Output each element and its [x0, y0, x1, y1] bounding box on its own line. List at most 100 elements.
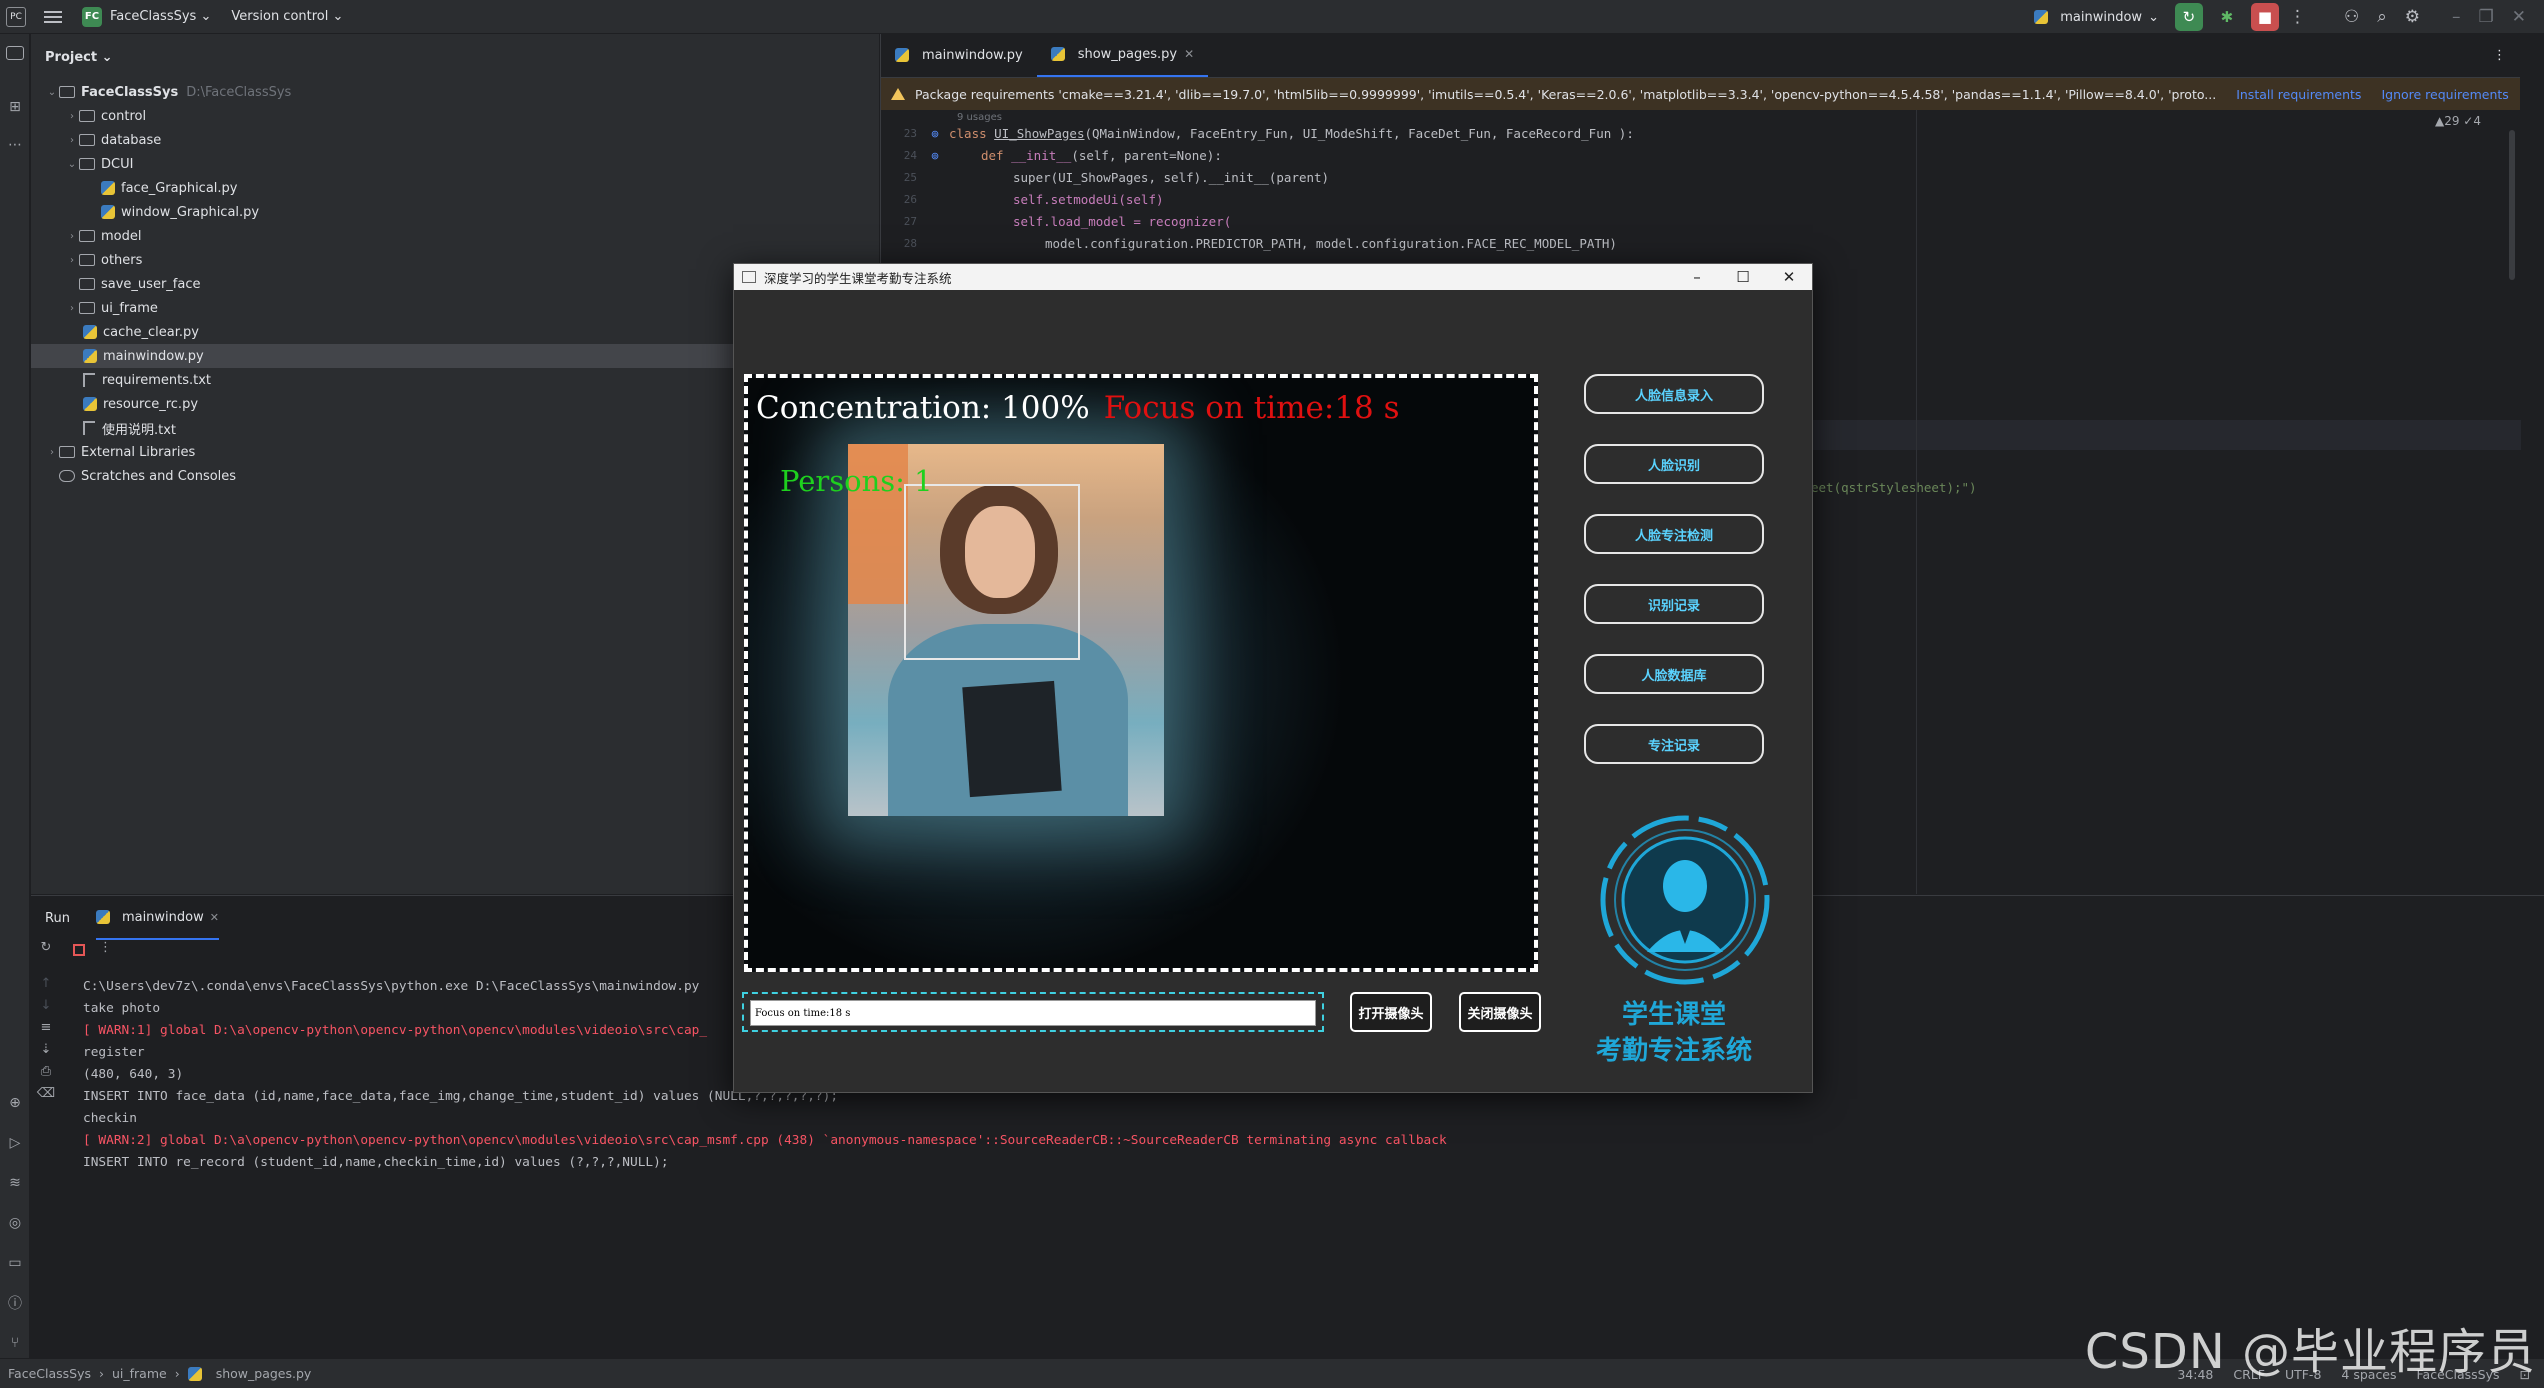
more-tools-icon[interactable]: ⋯ [4, 134, 26, 156]
tree-item-window-graphical[interactable]: window_Graphical.py [31, 200, 879, 224]
face-database-button[interactable]: 人脸数据库 [1584, 654, 1764, 694]
rerun-button[interactable]: ↻ [2174, 3, 2203, 31]
trash-icon[interactable]: ⌫ [31, 1086, 61, 1108]
add-user-icon[interactable]: ⚇ [2344, 7, 2359, 27]
project-folder-icon[interactable] [6, 46, 24, 60]
run-tab-label: mainwindow [121, 909, 204, 925]
terminal-icon[interactable]: ▭ [4, 1252, 26, 1274]
stop-run-icon[interactable] [73, 944, 85, 956]
maximize-icon[interactable]: ☐ [1720, 264, 1766, 290]
layers-icon[interactable]: ≋ [4, 1172, 26, 1194]
services-icon[interactable]: ◎ [4, 1212, 26, 1234]
line-number: 25 [903, 170, 917, 184]
tree-item-model[interactable]: › model [31, 224, 879, 248]
dialog-title: 深度学习的学生课堂考勤专注系统 [764, 270, 952, 286]
close-camera-button[interactable]: 关闭摄像头 [1459, 992, 1541, 1032]
code-token: __init__ [1011, 147, 1072, 163]
tree-root-path: D:\FaceClassSys [186, 84, 292, 100]
tab-show-pages[interactable]: show_pages.py ✕ [1036, 33, 1209, 77]
structure-icon[interactable]: ⊞ [4, 96, 26, 118]
minimize-icon[interactable]: – [1674, 264, 1720, 290]
breadcrumb-folder[interactable]: ui_frame [112, 1366, 167, 1381]
rerun-icon[interactable]: ↻ [31, 940, 61, 962]
python-file-icon [1050, 47, 1065, 61]
close-icon[interactable]: ✕ [2512, 7, 2526, 27]
project-badge-icon[interactable]: FC [82, 6, 102, 27]
text-file-icon [83, 421, 95, 435]
python-file-icon [83, 397, 97, 411]
tree-item-control[interactable]: › control [31, 104, 879, 128]
print-icon[interactable]: ⎙ [31, 1064, 61, 1086]
run-tool-icon[interactable]: ▷ [4, 1132, 26, 1154]
editor-scrollbar[interactable] [2509, 130, 2515, 280]
close-tab-icon[interactable]: ✕ [1184, 47, 1194, 61]
more-options-icon[interactable]: ⋮ [99, 940, 112, 955]
python-file-icon [83, 325, 97, 339]
breadcrumb-file[interactable]: show_pages.py [216, 1366, 312, 1381]
chevron-right-icon: › [70, 134, 74, 146]
project-panel-header[interactable]: Project ⌄ [31, 34, 879, 80]
open-camera-button[interactable]: 打开摄像头 [1350, 992, 1432, 1032]
git-branch-icon[interactable]: ⑂ [4, 1332, 26, 1354]
restore-icon[interactable]: ❐ [2479, 7, 2494, 27]
version-control-menu[interactable]: Version control ⌄ [231, 9, 343, 24]
chevron-right-icon: › [50, 446, 54, 458]
tree-item-face-graphical[interactable]: face_Graphical.py [31, 176, 879, 200]
recognition-records-button[interactable]: 识别记录 [1584, 584, 1764, 624]
close-tab-icon[interactable]: ✕ [210, 911, 219, 924]
tree-item-label: model [101, 228, 142, 244]
code-line: 25 super(UI_ShowPages, self).__init__(par… [881, 166, 1329, 188]
code-token: UI_ShowPages [994, 125, 1085, 141]
dialog-title-bar[interactable]: 深度学习的学生课堂考勤专注系统 – ☐ ✕ [734, 264, 1812, 290]
face-recognition-button[interactable]: 人脸识别 [1584, 444, 1764, 484]
focus-detection-button[interactable]: 人脸专注检测 [1584, 514, 1764, 554]
debug-button[interactable]: ✱ [2213, 3, 2241, 31]
code-token: def [981, 147, 1012, 163]
inspection-widget[interactable]: ▲29 ✓4 [2435, 114, 2481, 128]
stop-button[interactable]: ■ [2250, 3, 2279, 31]
python-packages-icon[interactable]: ⊕ [4, 1092, 26, 1114]
face-enroll-button[interactable]: 人脸信息录入 [1584, 374, 1764, 414]
console-line: checkin [83, 1111, 137, 1126]
soft-wrap-icon[interactable]: ≡ [31, 1020, 61, 1042]
settings-gear-icon[interactable]: ⚙ [2405, 7, 2420, 27]
close-icon[interactable]: ✕ [1766, 264, 1812, 290]
problems-icon[interactable]: ⓘ [4, 1292, 26, 1314]
run-tab-mainwindow[interactable]: mainwindow ✕ [95, 896, 219, 940]
ignore-requirements-link[interactable]: Ignore requirements [2381, 87, 2508, 102]
tree-item-database[interactable]: › database [31, 128, 879, 152]
tab-options-icon[interactable]: ⋮ [2479, 33, 2520, 77]
override-icon[interactable]: ⊚ [921, 148, 949, 163]
project-selector[interactable]: FaceClassSys ⌄ [110, 9, 211, 24]
code-token: super(UI_ShowPages, self).__init__(paren… [1013, 169, 1330, 185]
scroll-down-icon[interactable]: ↓ [31, 998, 61, 1020]
breadcrumb-project[interactable]: FaceClassSys [8, 1366, 91, 1381]
override-icon[interactable]: ⊚ [921, 126, 949, 141]
folder-icon [79, 230, 95, 242]
run-config-selector[interactable]: mainwindow ⌄ [2034, 10, 2159, 25]
chevron-right-icon: › [99, 1366, 104, 1381]
install-requirements-link[interactable]: Install requirements [2236, 87, 2361, 102]
ide-app-icon[interactable]: PC [6, 6, 26, 27]
tree-root[interactable]: ⌄ FaceClassSys D:\FaceClassSys [31, 80, 879, 104]
python-file-icon [101, 205, 115, 219]
code-token: (self, parent=None): [1071, 147, 1222, 163]
scroll-to-end-icon[interactable]: ⇣ [31, 1042, 61, 1064]
minimize-icon[interactable]: – [2452, 7, 2461, 27]
folder-icon [79, 302, 95, 314]
tab-mainwindow[interactable]: mainwindow.py [881, 33, 1037, 77]
status-text-field[interactable]: Focus on time:18 s [750, 1000, 1316, 1026]
folder-icon [79, 158, 95, 170]
tree-item-label: face_Graphical.py [121, 180, 238, 196]
library-icon [59, 446, 75, 458]
logo-title-line2: 考勤专注系统 [1595, 1036, 1752, 1066]
scroll-up-icon[interactable]: ↑ [31, 976, 61, 998]
search-icon[interactable]: ⌕ [2377, 7, 2387, 27]
tree-item-dcui[interactable]: ⌄ DCUI [31, 152, 879, 176]
chevron-down-icon: ⌄ [200, 9, 212, 24]
tree-item-label: Scratches and Consoles [81, 468, 237, 484]
tree-item-label: requirements.txt [102, 372, 212, 388]
focus-records-button[interactable]: 专注记录 [1584, 724, 1764, 764]
main-menu-icon[interactable] [44, 10, 62, 23]
more-actions-icon[interactable]: ⋮ [2289, 7, 2306, 27]
